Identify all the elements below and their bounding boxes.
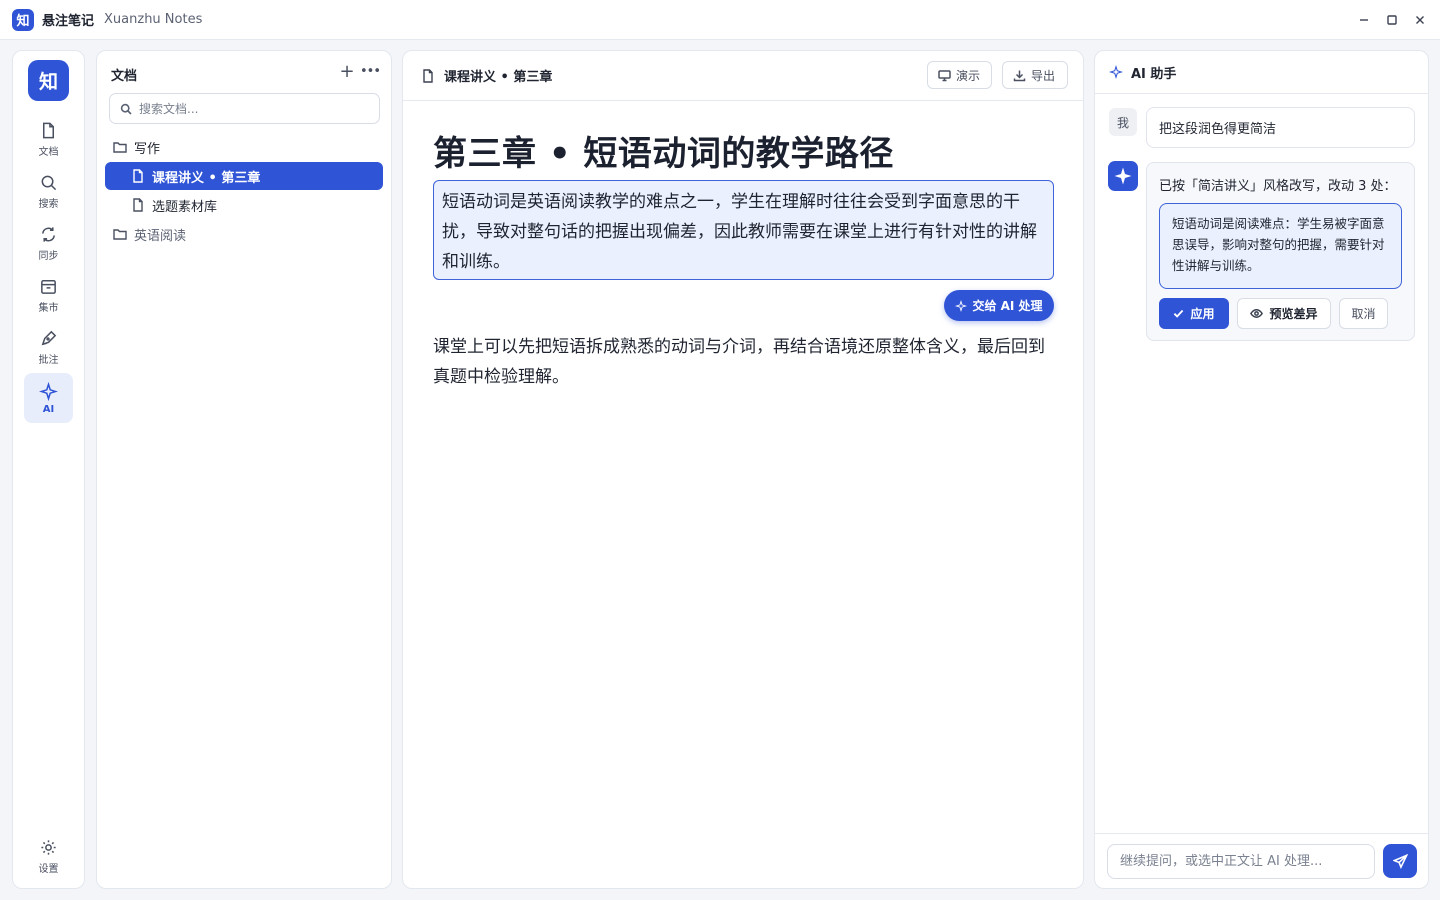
maximize-button[interactable] — [1378, 6, 1406, 34]
gear-icon — [41, 839, 56, 855]
tree-item-label: 英语阅读 — [134, 228, 187, 244]
search-icon — [41, 175, 57, 190]
tree-item-label: 写作 — [134, 141, 161, 157]
panel-title: 文档 — [111, 69, 138, 84]
ai-chat-input[interactable] — [1107, 844, 1375, 879]
tree-folder-writing[interactable]: 写作 — [113, 133, 383, 161]
sparkle-icon — [1109, 65, 1123, 79]
sync-icon — [42, 226, 55, 242]
file-icon — [423, 68, 433, 83]
sparkle-icon — [1114, 167, 1132, 185]
document-heading[interactable]: 第三章 • 短语动词的教学路径 — [433, 126, 894, 175]
body-paragraph[interactable]: 课堂上可以先把短语拆成熟悉的动词与介词，再结合语境还原整体含义，最后回到真题中检… — [433, 332, 1054, 392]
rail-item-store[interactable]: 集市 — [24, 270, 73, 320]
rail-item-search[interactable]: 搜索 — [24, 166, 73, 216]
rail-item-label: 集市 — [38, 302, 59, 314]
new-document-button[interactable]: + — [337, 63, 357, 83]
preview-diff-button[interactable]: 预览差异 — [1237, 298, 1331, 329]
store-icon — [41, 279, 56, 294]
editor-header: 课程讲义 • 第三章 演示 导出 — [403, 51, 1083, 101]
rail-item-label: 文档 — [38, 146, 59, 158]
rail-item-settings[interactable]: 设置 — [24, 831, 73, 881]
ai-assistant-panel: AI 助手 我 把这段润色得更简洁 已按「简洁讲义」风格改写，改动 3 处： 短… — [1094, 50, 1429, 889]
title-bar: 知 悬注笔记 Xuanzhu Notes — [0, 0, 1440, 40]
send-to-ai-label: 交给 AI 处理 — [972, 299, 1043, 313]
selected-paragraph[interactable]: 短语动词是英语阅读教学的难点之一，学生在理解时往往会受到字面意思的干扰，导致对整… — [433, 180, 1054, 280]
rail-item-ai[interactable]: AI — [24, 373, 73, 423]
tree-file-topic-library[interactable]: 选题素材库 — [131, 191, 383, 219]
rail-item-sync[interactable]: 同步 — [24, 218, 73, 268]
window-controls — [1350, 0, 1440, 40]
folder-icon — [113, 142, 127, 153]
export-button[interactable]: 导出 — [1002, 61, 1068, 89]
tree-item-label: 课程讲义 • 第三章 — [152, 170, 261, 186]
send-button[interactable] — [1383, 844, 1417, 878]
tree-item-label: 选题素材库 — [152, 199, 218, 215]
minimize-icon — [1360, 19, 1368, 21]
close-icon — [1416, 16, 1424, 24]
document-title: 课程讲义 • 第三章 — [444, 70, 553, 85]
documents-panel: 文档 + ••• 写作 课程讲义 • 第三章 选题素材库 英语阅读 — [96, 50, 392, 889]
pen-icon — [41, 330, 57, 345]
search-icon — [120, 103, 132, 115]
maximize-icon — [1387, 15, 1397, 25]
export-label: 导出 — [1031, 68, 1056, 83]
check-icon — [1174, 309, 1184, 318]
rail-item-docs[interactable]: 文档 — [24, 114, 73, 164]
editor-panel: 课程讲义 • 第三章 演示 导出 第三章 • 短语动词的教学路径 短语动词是英语… — [402, 50, 1084, 889]
rail-item-label: 设置 — [38, 863, 59, 875]
cancel-button[interactable]: 取消 — [1339, 298, 1388, 329]
tree-file-lecture-ch3[interactable]: 课程讲义 • 第三章 — [105, 162, 383, 190]
user-avatar: 我 — [1109, 108, 1137, 136]
ai-avatar — [1108, 161, 1138, 191]
ai-message: 已按「简洁讲义」风格改写，改动 3 处： 短语动词是阅读难点：学生易被字面意思误… — [1146, 162, 1415, 341]
present-button[interactable]: 演示 — [927, 61, 992, 89]
apply-button[interactable]: 应用 — [1159, 298, 1229, 329]
user-message: 把这段润色得更简洁 — [1146, 107, 1415, 148]
monitor-icon — [938, 69, 951, 81]
doc-search-input[interactable] — [139, 101, 359, 116]
rail-item-label: 同步 — [38, 250, 59, 262]
send-icon — [1392, 853, 1408, 869]
tree-folder-english-reading[interactable]: 英语阅读 — [113, 220, 383, 248]
sparkle-icon — [39, 381, 58, 401]
ai-rewrite-suggestion: 短语动词是阅读难点：学生易被字面意思误导，影响对整句的把握，需要针对性讲解与训练… — [1159, 203, 1402, 289]
app-subtitle: Xuanzhu Notes — [104, 12, 203, 27]
sparkle-icon — [955, 299, 968, 312]
rail-item-annotate[interactable]: 批注 — [24, 322, 73, 372]
rail-item-label: 搜索 — [38, 198, 59, 210]
ai-panel-title: AI 助手 — [1131, 66, 1177, 82]
file-icon — [133, 198, 143, 212]
eye-icon — [1250, 309, 1264, 318]
rail-item-label: 批注 — [38, 354, 59, 366]
ai-input-bar — [1095, 833, 1428, 888]
more-options-button[interactable]: ••• — [360, 63, 381, 83]
nav-rail: 知 文档 搜索 同步 集市 批注 AI 设置 — [12, 50, 85, 889]
send-to-ai-button[interactable]: 交给 AI 处理 — [944, 290, 1054, 321]
folder-icon — [113, 229, 127, 240]
doc-search-box — [109, 93, 380, 124]
rail-item-label: AI — [42, 403, 55, 415]
close-button[interactable] — [1406, 6, 1434, 34]
rail-logo: 知 — [28, 60, 69, 101]
ai-message-intro: 已按「简洁讲义」风格改写，改动 3 处： — [1159, 179, 1397, 194]
file-icon — [42, 122, 55, 138]
app-logo: 知 — [12, 8, 34, 31]
apply-label: 应用 — [1190, 307, 1215, 321]
ai-panel-header: AI 助手 — [1095, 51, 1428, 94]
file-icon — [133, 169, 143, 183]
download-icon — [1013, 70, 1026, 81]
preview-diff-label: 预览差异 — [1269, 307, 1318, 321]
app-title: 悬注笔记 — [42, 14, 95, 29]
present-label: 演示 — [956, 68, 981, 83]
minimize-button[interactable] — [1350, 6, 1378, 34]
